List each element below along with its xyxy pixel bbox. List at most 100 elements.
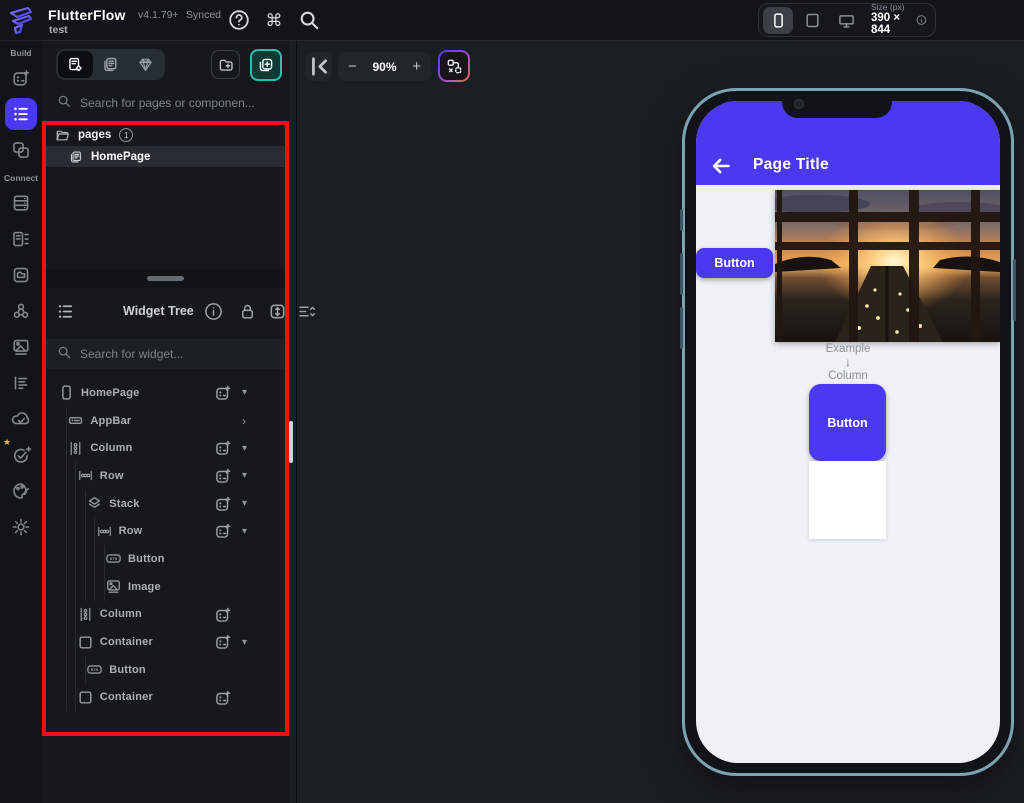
caret-down-icon[interactable]: ▾ [242, 490, 247, 518]
phone-power-button [1013, 259, 1016, 321]
size-info-icon[interactable] [916, 12, 927, 28]
tree-row-label: Button [128, 553, 165, 565]
caret-down-icon[interactable]: ▾ [242, 434, 247, 462]
new-folder-button[interactable] [211, 50, 240, 79]
rail-item-cloud-functions[interactable] [5, 403, 37, 435]
pages-folder-row[interactable]: pages 1 [46, 125, 286, 145]
top-bar: FlutterFlow v4.1.79+ Synced test ⌘ Size … [0, 0, 1024, 41]
page-row-homepage[interactable]: HomePage [46, 146, 285, 167]
zoom-out-button[interactable]: − [348, 59, 357, 74]
svg-text:BTN: BTN [110, 557, 118, 561]
chevron-right-icon[interactable]: › [242, 407, 246, 435]
tree-row-button[interactable]: BTNButton [46, 656, 286, 684]
indent-guide [66, 462, 67, 490]
help-icon[interactable] [228, 9, 250, 31]
folder-name: pages [78, 129, 111, 141]
container-icon [77, 689, 94, 706]
search-icon[interactable] [298, 9, 320, 31]
tree-row-column[interactable]: Column [46, 601, 286, 629]
expand-all-icon[interactable] [268, 302, 287, 321]
rail-item-theme[interactable] [5, 475, 37, 507]
flutterflow-logo-icon[interactable] [8, 6, 34, 35]
tree-row-homepage[interactable]: HomePage▾ [46, 379, 286, 407]
new-page-button[interactable] [250, 49, 282, 81]
row-button-widget[interactable]: Button [696, 248, 773, 278]
page-title[interactable]: Page Title [753, 156, 829, 174]
view-tab-components-view[interactable] [93, 51, 128, 78]
caret-down-icon[interactable]: ▾ [242, 628, 247, 656]
search-icon [57, 345, 71, 364]
info-icon[interactable] [204, 302, 223, 321]
panel-scrollbar-thumb[interactable] [289, 421, 293, 463]
rail-item-components[interactable] [5, 134, 37, 166]
star-badge-icon: ★ [3, 437, 11, 448]
add-child-widget-button[interactable] [214, 633, 232, 651]
sync-status: Synced [186, 9, 221, 21]
add-child-widget-button[interactable] [214, 384, 232, 402]
tree-row-row[interactable]: Row▾ [46, 462, 286, 490]
phone-volume-down [680, 307, 683, 349]
view-tab-pages-view[interactable] [58, 51, 93, 78]
device-tablet-button[interactable] [797, 7, 827, 34]
caret-down-icon[interactable]: ▾ [242, 517, 247, 545]
column-icon [67, 440, 84, 457]
sunset-image-widget[interactable] [775, 190, 1000, 342]
tree-row-row[interactable]: Row ▾ [46, 517, 286, 545]
rail-item-automations[interactable]: ★ [5, 439, 37, 471]
tree-row-container[interactable]: Container [46, 684, 286, 712]
tree-row-container[interactable]: Container ▾ [46, 628, 286, 656]
size-block: Size (px) 390 × 844 [871, 3, 906, 36]
zoom-in-button[interactable]: + [412, 59, 421, 74]
container-widget[interactable] [809, 461, 886, 539]
add-child-widget-button[interactable] [214, 439, 232, 457]
rail-item-integrations[interactable] [5, 295, 37, 327]
caret-down-icon[interactable]: ▾ [242, 379, 247, 407]
canvas-magic-button[interactable] [438, 50, 470, 82]
lock-icon[interactable] [238, 302, 257, 321]
tree-row-label: Button [109, 664, 146, 676]
add-child-widget-button[interactable] [214, 495, 232, 513]
rail-item-database[interactable] [5, 187, 37, 219]
add-child-widget-button[interactable] [214, 606, 232, 624]
rail-item-media-assets[interactable] [5, 331, 37, 363]
device-size-toolbar: Size (px) 390 × 844 [758, 3, 936, 37]
tree-row-stack[interactable]: Stack▾ [46, 490, 286, 518]
view-tab-templates-view[interactable] [128, 51, 163, 78]
tree-row-label: Column [90, 442, 132, 454]
column-placeholder[interactable]: Example ↓ Column [696, 343, 1000, 383]
add-child-widget-button[interactable] [214, 689, 232, 707]
phone-camera [794, 99, 804, 109]
rail-item-storage[interactable] [5, 259, 37, 291]
widget-search-input[interactable] [80, 347, 270, 361]
rail-item-app-values[interactable] [5, 367, 37, 399]
tree-row-label: Container [100, 636, 153, 648]
rail-item-settings[interactable] [5, 511, 37, 543]
collapse-all-icon[interactable] [297, 302, 316, 321]
add-child-widget-button[interactable] [214, 467, 232, 485]
device-desktop-button[interactable] [831, 7, 861, 34]
back-arrow-icon[interactable] [710, 155, 732, 177]
collapse-panel-button[interactable] [305, 52, 332, 81]
tree-row-appbar[interactable]: AppBar › [46, 407, 286, 435]
device-phone-icon [58, 384, 75, 401]
keyboard-shortcuts-icon[interactable]: ⌘ [263, 9, 285, 31]
tree-row-column[interactable]: Column ▾ [46, 434, 286, 462]
tree-row-label: Row [119, 525, 143, 537]
device-phone-button[interactable] [763, 7, 793, 34]
indent-guide [66, 573, 67, 601]
indent-guide [66, 490, 67, 518]
add-child-widget-button[interactable] [214, 522, 232, 540]
tree-row-button[interactable]: BTN Button [46, 545, 286, 573]
tree-row-image[interactable]: Image [46, 573, 286, 601]
rail-item-data-schema[interactable] [5, 223, 37, 255]
page-name: HomePage [91, 151, 150, 163]
phone-volume-up [680, 253, 683, 295]
rail-item-ui-builder[interactable] [5, 98, 37, 130]
rail-item-add-widget[interactable] [5, 62, 37, 94]
indent-guide [94, 573, 95, 601]
tree-row-label: AppBar [90, 415, 131, 427]
caret-down-icon[interactable]: ▾ [242, 462, 247, 490]
panel-resize-handle[interactable] [147, 276, 184, 281]
pages-search-input[interactable] [80, 96, 270, 110]
column-button-widget[interactable]: Button [809, 384, 886, 461]
